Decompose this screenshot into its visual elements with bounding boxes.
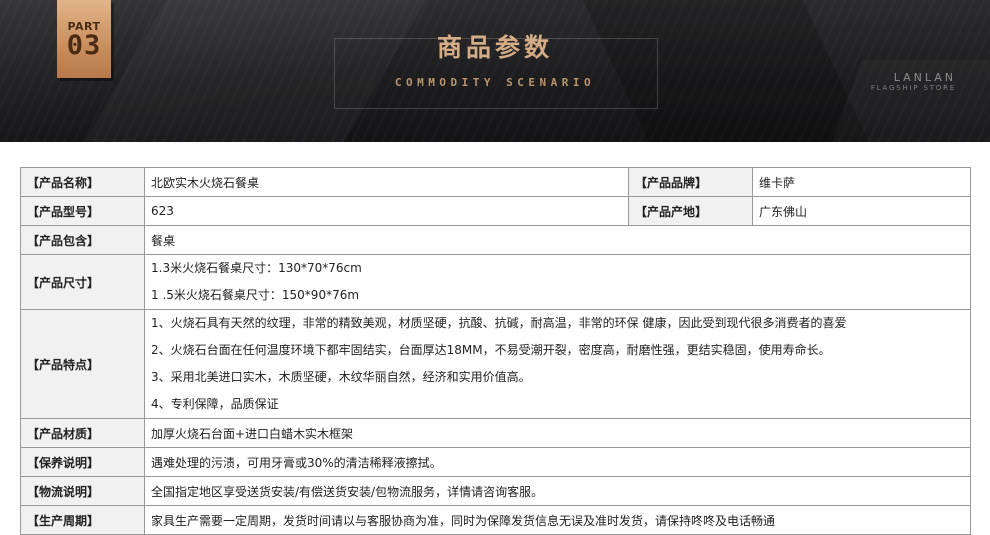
param-label-cycle: 【生产周期】 [20, 505, 145, 535]
param-value-origin: 广东佛山 [752, 196, 971, 226]
param-value-material: 加厚火烧石台面+进口白蜡木实木框架 [144, 418, 971, 448]
section-title: 商品参数 [436, 33, 553, 62]
param-label-care: 【保养说明】 [20, 447, 145, 477]
param-value-size: 1.3米火烧石餐桌尺寸：130*70*76cm 1 .5米火烧石餐桌尺寸：150… [144, 254, 971, 310]
param-label-logistics: 【物流说明】 [20, 476, 145, 506]
table-row: 【产品特点】 1、火烧石具有天然的纹理，非常的精致美观，材质坚硬，抗酸、抗碱，耐… [20, 309, 971, 419]
table-row: 【产品尺寸】 1.3米火烧石餐桌尺寸：130*70*76cm 1 .5米火烧石餐… [20, 254, 971, 310]
size-line: 1.3米火烧石餐桌尺寸：130*70*76cm [151, 261, 362, 275]
table-row: 【物流说明】 全国指定地区享受送货安装/有偿送货安装/包物流服务，详情请咨询客服… [20, 476, 971, 506]
param-label-contents: 【产品包含】 [20, 225, 145, 255]
param-label-origin: 【产品产地】 [628, 196, 753, 226]
param-label-brand: 【产品品牌】 [628, 167, 753, 197]
param-label-material: 【产品材质】 [20, 418, 145, 448]
size-line: 1 .5米火烧石餐桌尺寸：150*90*76m [151, 288, 360, 302]
section-subtitle: COMMODITY SCENARIO [394, 76, 596, 89]
param-value-contents: 餐桌 [144, 225, 971, 255]
feature-line: 4、专利保障，品质保证 [151, 397, 279, 411]
param-value-brand: 维卡萨 [752, 167, 971, 197]
param-value-name: 北欧实木火烧石餐桌 [144, 167, 629, 197]
feature-line: 2、火烧石台面在任何温度环境下都牢固结实，台面厚达18MM，不易受潮开裂，密度高… [151, 343, 831, 357]
feature-line: 3、采用北美进口实木，木质坚硬，木纹华丽自然，经济和实用价值高。 [151, 370, 531, 384]
param-label-features: 【产品特点】 [20, 309, 145, 419]
store-name: LANLAN [893, 71, 956, 84]
parameter-table: 【产品名称】 北欧实木火烧石餐桌 【产品品牌】 维卡萨 【产品型号】 623 【… [20, 167, 971, 535]
param-value-features: 1、火烧石具有天然的纹理，非常的精致美观，材质坚硬，抗酸、抗碱，耐高温，非常的环… [144, 309, 971, 419]
store-subtitle: FLAGSHIP STORE [870, 84, 956, 92]
table-row: 【产品材质】 加厚火烧石台面+进口白蜡木实木框架 [20, 418, 971, 448]
table-row: 【产品型号】 623 【产品产地】 广东佛山 [20, 196, 971, 226]
section-banner: PART 03 商品参数 COMMODITY SCENARIO LANLAN F… [0, 0, 990, 142]
param-label-name: 【产品名称】 [20, 167, 145, 197]
param-label-size: 【产品尺寸】 [20, 254, 145, 310]
feature-line: 1、火烧石具有天然的纹理，非常的精致美观，材质坚硬，抗酸、抗碱，耐高温，非常的环… [151, 316, 847, 330]
param-value-cycle: 家具生产需要一定周期，发货时间请以与客服协商为准，同时为保障发货信息无误及准时发… [144, 505, 971, 535]
param-value-logistics: 全国指定地区享受送货安装/有偿送货安装/包物流服务，详情请咨询客服。 [144, 476, 971, 506]
table-row: 【保养说明】 遇难处理的污渍，可用牙膏或30%的清洁稀释液擦拭。 [20, 447, 971, 477]
param-value-model: 623 [144, 196, 629, 226]
table-row: 【产品名称】 北欧实木火烧石餐桌 【产品品牌】 维卡萨 [20, 167, 971, 197]
param-value-care: 遇难处理的污渍，可用牙膏或30%的清洁稀释液擦拭。 [144, 447, 971, 477]
param-label-model: 【产品型号】 [20, 196, 145, 226]
table-row: 【产品包含】 餐桌 [20, 225, 971, 255]
table-row: 【生产周期】 家具生产需要一定周期，发货时间请以与客服协商为准，同时为保障发货信… [20, 505, 971, 535]
